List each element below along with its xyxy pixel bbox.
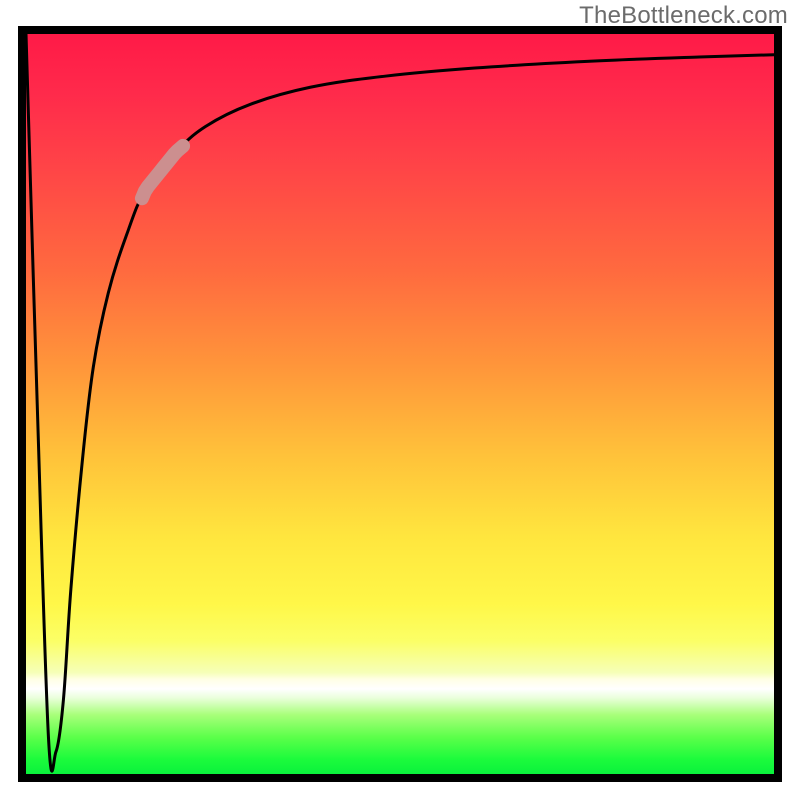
watermark-text: TheBottleneck.com (579, 2, 788, 30)
chart-gradient-background (26, 34, 774, 774)
